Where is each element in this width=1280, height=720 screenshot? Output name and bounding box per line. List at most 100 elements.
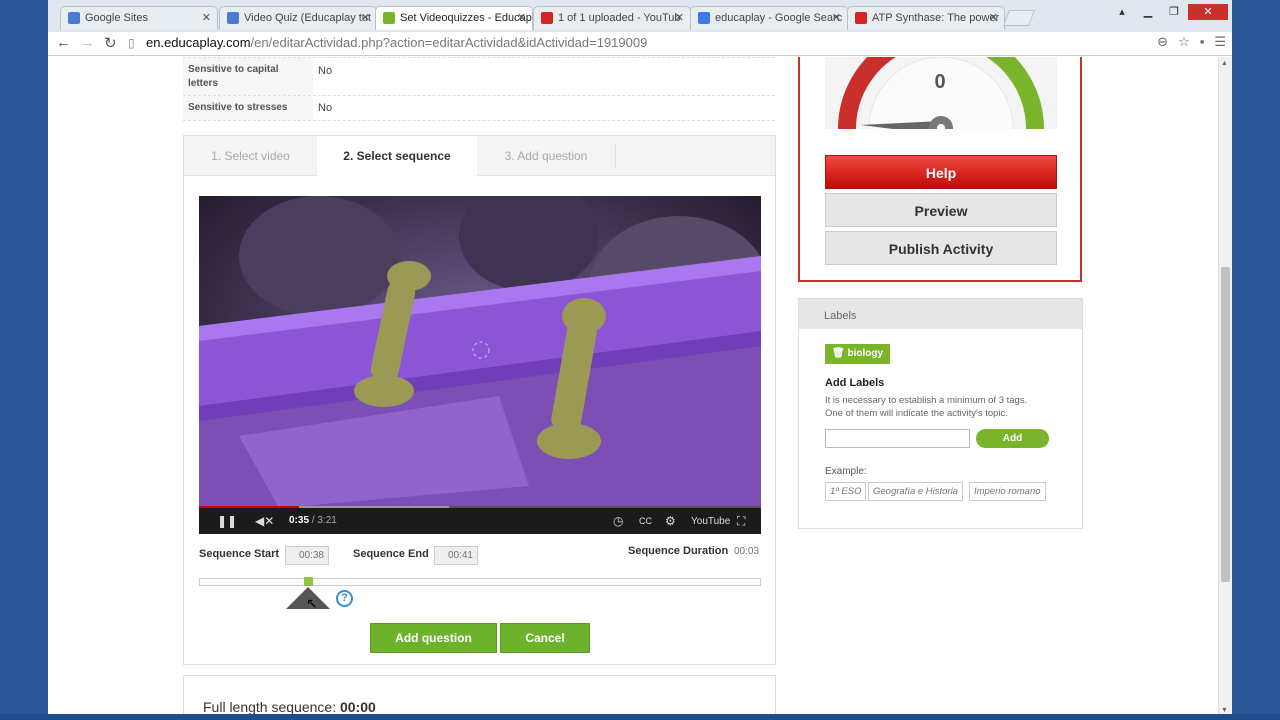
- video-player[interactable]: ❚❚ ◀✕ 0:35 / 3:21 ◷ CC ⚙ YouTube ⛶: [199, 196, 761, 534]
- settings-key: Sensitive to capital letters: [188, 64, 279, 89]
- watch-later-icon[interactable]: ◷: [613, 514, 623, 528]
- page-favicon-icon: [383, 12, 395, 24]
- add-label-button[interactable]: Add: [976, 429, 1049, 448]
- tab-strip: Google Sites ✕ Video Quiz (Educaplay tut…: [48, 0, 1232, 32]
- close-window-icon[interactable]: ✕: [1188, 4, 1228, 20]
- scroll-down-icon[interactable]: ▼: [1221, 707, 1228, 714]
- tab-select-sequence[interactable]: 2. Select sequence: [317, 136, 477, 177]
- sequence-start-field[interactable]: 00:38: [285, 546, 329, 565]
- url-path: /en/editarActividad.php?action=editarAct…: [250, 35, 648, 50]
- video-current-time: 0:35: [289, 515, 310, 526]
- sequence-handle[interactable]: [304, 577, 313, 586]
- example-tag: Geografía e Historia: [868, 482, 964, 501]
- trash-icon[interactable]: 🗑: [832, 348, 845, 359]
- labels-heading: Labels: [799, 299, 1082, 329]
- maximize-icon[interactable]: ❐: [1162, 4, 1186, 20]
- settings-key: Sensitive to stresses: [188, 102, 288, 113]
- label-tag[interactable]: 🗑 biology: [825, 344, 891, 364]
- video-time: 0:35 / 3:21: [289, 515, 337, 526]
- video-controls: ❚❚ ◀✕ 0:35 / 3:21 ◷ CC ⚙ YouTube ⛶: [199, 508, 761, 534]
- pause-icon[interactable]: ❚❚: [217, 514, 237, 528]
- help-question-icon[interactable]: ?: [336, 590, 353, 607]
- youtube-favicon-icon: [541, 12, 553, 24]
- browser-tab-active[interactable]: Set Videoquizzes - Educap ✕: [375, 6, 533, 30]
- settings-value: No: [318, 102, 333, 114]
- cancel-button[interactable]: Cancel: [500, 623, 590, 653]
- tab-close-icon[interactable]: ✕: [832, 11, 841, 24]
- page-favicon-icon: [68, 12, 80, 24]
- browser-tab[interactable]: educaplay - Google Searc ✕: [690, 6, 848, 30]
- sequence-duration-value: 00:03: [734, 546, 760, 557]
- back-arrow-icon[interactable]: ←: [56, 34, 71, 51]
- publish-activity-button[interactable]: Publish Activity: [825, 231, 1057, 265]
- settings-gear-icon[interactable]: ⚙: [665, 514, 676, 528]
- page-content: Sensitive to capital letters No Sensitiv…: [48, 57, 1218, 720]
- labels-description-line: It is necessary to establish a minimum o…: [825, 395, 1028, 406]
- browser-tab[interactable]: Google Sites ✕: [60, 6, 218, 30]
- browser-tab[interactable]: ATP Synthase: The power ✕: [847, 6, 1005, 30]
- labels-box: Labels 🗑 biology Add Labels It is necess…: [798, 298, 1083, 529]
- tab-close-icon[interactable]: ✕: [675, 11, 684, 24]
- tab-close-icon[interactable]: ✕: [517, 11, 526, 24]
- tab-select-video[interactable]: 1. Select video: [184, 136, 317, 176]
- preview-button[interactable]: Preview: [825, 193, 1057, 227]
- mouse-cursor-icon: ↖: [306, 595, 318, 611]
- sequence-end-label: Sequence End: [353, 548, 429, 560]
- browser-window: Google Sites ✕ Video Quiz (Educaplay tut…: [48, 0, 1232, 720]
- video-frame: [199, 196, 761, 508]
- page-scrollbar[interactable]: ▲ ▼: [1218, 57, 1232, 720]
- tab-close-icon[interactable]: ✕: [989, 11, 998, 24]
- step-tabs: 1. Select video 2. Select sequence 3. Ad…: [184, 136, 775, 177]
- url-host: en.educaplay.com: [146, 35, 251, 50]
- browser-tab[interactable]: Video Quiz (Educaplay tut ✕: [219, 6, 377, 30]
- add-question-button[interactable]: Add question: [370, 623, 497, 653]
- labels-description: It is necessary to establish a minimum o…: [825, 394, 1065, 420]
- new-tab-button[interactable]: [1003, 10, 1035, 26]
- mute-icon[interactable]: ◀✕: [255, 514, 274, 528]
- tab-title: educaplay - Google Searc: [715, 12, 843, 24]
- scrollbar-thumb[interactable]: [1221, 267, 1230, 582]
- help-button[interactable]: Help: [825, 155, 1057, 189]
- example-label: Example:: [825, 466, 867, 477]
- tab-close-icon[interactable]: ✕: [361, 11, 370, 24]
- sequence-slider[interactable]: [199, 578, 761, 586]
- tab-close-icon[interactable]: ✕: [202, 11, 211, 24]
- example-tag: Imperio romano: [969, 482, 1046, 501]
- extension-icon[interactable]: ▪: [1200, 34, 1205, 50]
- browser-tab[interactable]: 1 of 1 uploaded - YouTub ✕: [533, 6, 691, 30]
- labels-description-line: One of them will indicate the activity's…: [825, 408, 1008, 419]
- address-bar[interactable]: en.educaplay.com/en/editarActividad.php?…: [146, 35, 647, 50]
- youtube-favicon-icon: [855, 12, 867, 24]
- full-sequence-label: Full length sequence:: [203, 699, 337, 715]
- sequence-panel: 1. Select video 2. Select sequence 3. Ad…: [183, 135, 776, 665]
- tab-title: Set Videoquizzes - Educap: [400, 12, 532, 24]
- gauge-value: 0: [934, 71, 946, 93]
- tab-add-question[interactable]: 3. Add question: [477, 136, 615, 176]
- reload-icon[interactable]: ↻: [104, 34, 117, 52]
- label-input[interactable]: [825, 429, 970, 448]
- zoom-icon[interactable]: ⊖: [1157, 34, 1168, 50]
- fullscreen-icon[interactable]: ⛶: [737, 514, 745, 529]
- activity-meter-box: 0 Help Preview Publish Activity: [798, 57, 1082, 282]
- user-icon[interactable]: ▴: [1110, 4, 1134, 20]
- scroll-up-icon[interactable]: ▲: [1221, 60, 1228, 67]
- settings-row: Sensitive to stresses No: [183, 95, 775, 121]
- sequence-duration-label: Sequence Duration: [628, 545, 729, 557]
- settings-row: Sensitive to capital letters No: [183, 57, 775, 95]
- tab-title: Video Quiz (Educaplay tut: [244, 12, 371, 24]
- sequence-end-field[interactable]: 00:41: [434, 546, 478, 565]
- captions-icon[interactable]: CC: [639, 516, 652, 526]
- tab-title: Google Sites: [85, 12, 148, 24]
- settings-value: No: [318, 65, 333, 77]
- forward-arrow-icon[interactable]: →: [80, 34, 95, 51]
- bookmark-star-icon[interactable]: ☆: [1178, 34, 1190, 50]
- label-tag-text: biology: [847, 348, 884, 359]
- page-icon: ▯: [128, 36, 135, 50]
- youtube-logo-icon[interactable]: YouTube: [691, 516, 730, 527]
- tab-title: ATP Synthase: The power: [872, 12, 1000, 24]
- tab-divider: [615, 144, 616, 168]
- browser-toolbar: ← → ↻ ▯ en.educaplay.com/en/editarActivi…: [48, 32, 1232, 56]
- menu-icon[interactable]: ☰: [1214, 34, 1226, 50]
- full-sequence-value: 00:00: [339, 699, 376, 715]
- minimize-icon[interactable]: ▁: [1136, 4, 1160, 20]
